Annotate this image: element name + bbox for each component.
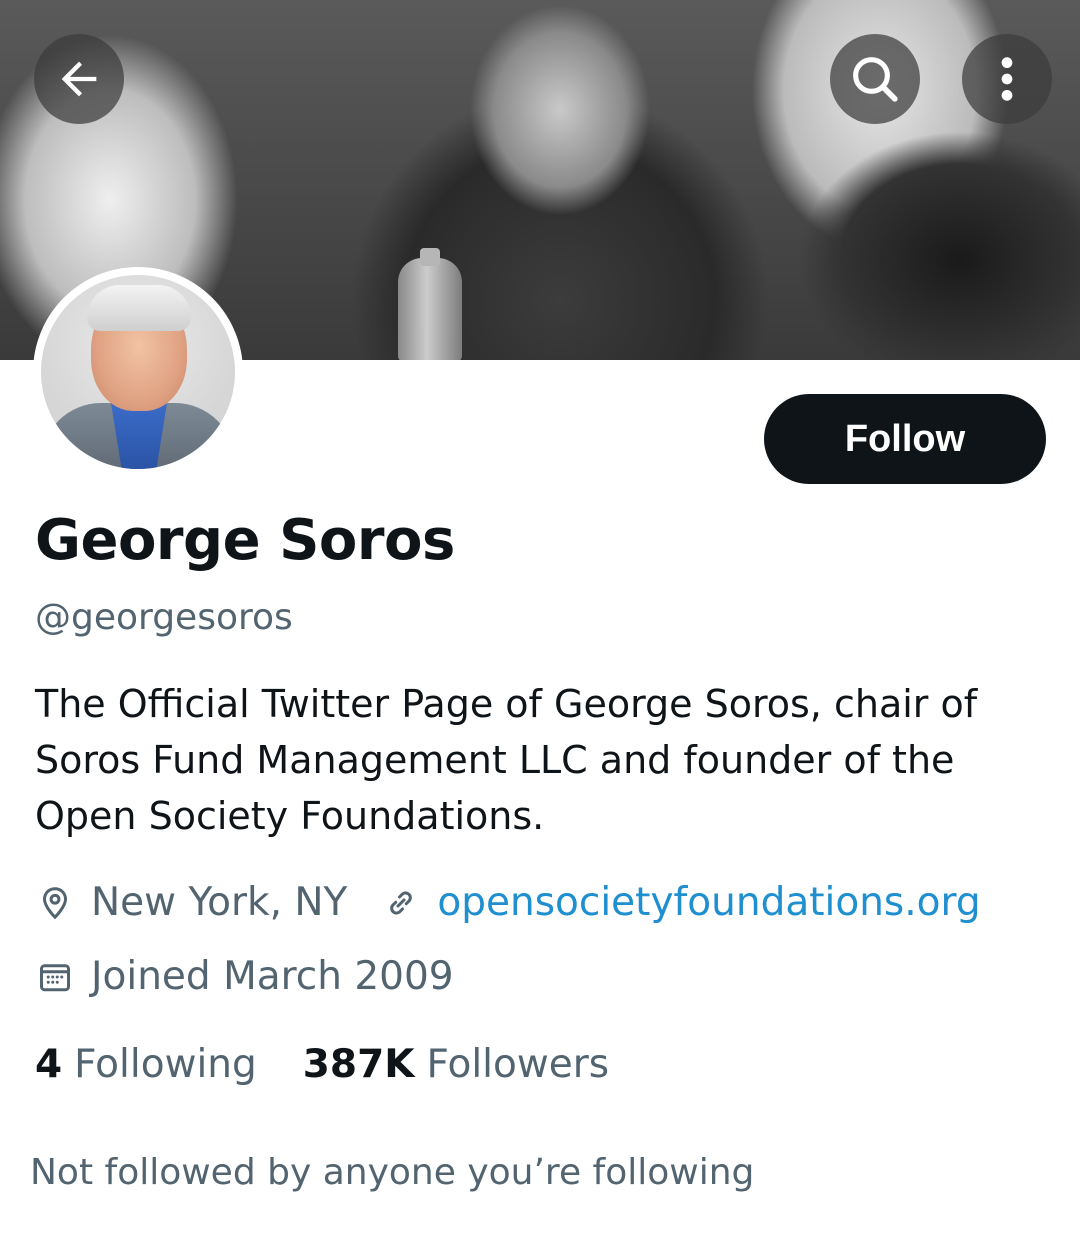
avatar-hair (87, 285, 191, 331)
more-vertical-icon (1001, 57, 1013, 101)
joined-text: Joined March 2009 (91, 954, 454, 999)
profile-name: George Soros (35, 508, 455, 573)
profile-avatar[interactable] (33, 267, 243, 477)
profile-meta-row-1: New York, NY opensocietyfoundations.org (35, 880, 981, 925)
arrow-left-icon (61, 61, 97, 97)
website-item[interactable]: opensocietyfoundations.org (381, 880, 981, 925)
search-icon (853, 57, 898, 102)
profile-meta-row-2: Joined March 2009 (35, 954, 454, 999)
following-label: Following (74, 1042, 257, 1087)
link-icon (381, 883, 421, 923)
profile-handle: @georgesoros (35, 597, 293, 638)
avatar-photo (41, 275, 235, 469)
location-pin-icon (35, 883, 75, 923)
follow-button[interactable]: Follow (764, 394, 1046, 484)
profile-bio: The Official Twitter Page of George Soro… (35, 682, 978, 838)
following-stat[interactable]: 4 Following (35, 1042, 257, 1087)
more-options-button[interactable] (962, 34, 1052, 124)
followers-label: Followers (426, 1042, 610, 1087)
website-link[interactable]: opensocietyfoundations.org (437, 880, 980, 925)
banner-bottle (398, 248, 462, 360)
following-count: 4 (35, 1042, 63, 1087)
followers-stat[interactable]: 387K Followers (303, 1042, 609, 1087)
search-button[interactable] (830, 34, 920, 124)
mutuals-note: Not followed by anyone you’re following (30, 1152, 755, 1193)
calendar-icon (35, 957, 75, 997)
follow-stats: 4 Following 387K Followers (35, 1042, 655, 1087)
back-button[interactable] (34, 34, 124, 124)
joined-item: Joined March 2009 (35, 954, 454, 999)
location-item: New York, NY (35, 880, 347, 925)
followers-count: 387K (302, 1042, 415, 1087)
location-text: New York, NY (91, 880, 348, 925)
